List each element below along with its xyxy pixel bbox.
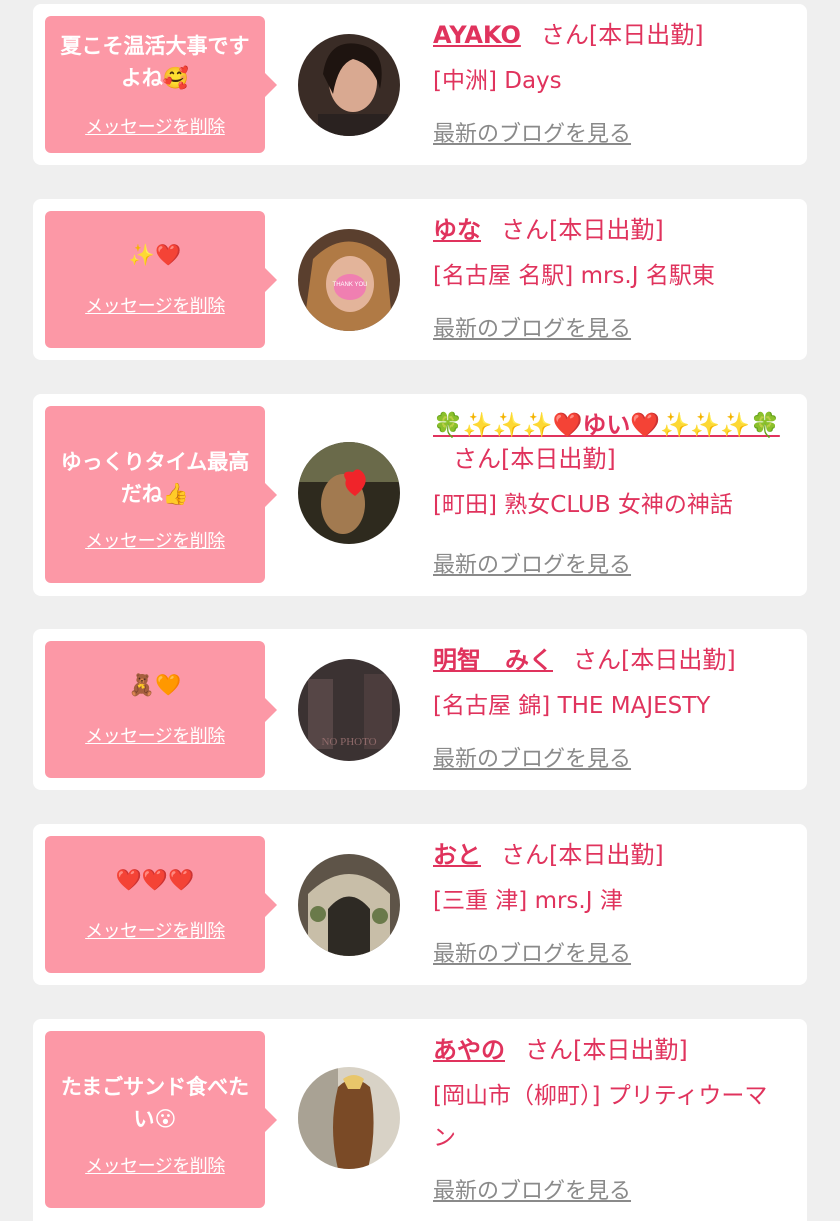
- name-suffix: さん[本日出勤]: [501, 216, 664, 244]
- shop-name: [中洲] Days: [433, 68, 562, 94]
- blog-link[interactable]: 最新のブログを見る: [433, 1173, 631, 1205]
- list-item: 🧸🧡 メッセージを削除 NO PHOTO 明智 みく さん[本日出勤] [名古屋 …: [33, 629, 807, 790]
- profile-info: AYAKO さん[本日出勤] [中洲] Days: [433, 18, 785, 102]
- profile-info: おと さん[本日出勤] [三重 津] mrs.J 津: [433, 838, 785, 922]
- list-item: ゆっくりタイム最高だね👍 メッセージを削除 🍀✨✨✨❤️ゆい❤️✨✨✨🍀 さん[本…: [33, 394, 807, 596]
- message-text: たまごサンド食べたい😮: [60, 1075, 250, 1131]
- avatar[interactable]: [298, 34, 400, 136]
- profile-name-link[interactable]: ゆな: [433, 216, 481, 244]
- avatar[interactable]: [298, 442, 400, 544]
- message-bubble: 夏こそ温活大事ですよね🥰 メッセージを削除: [45, 16, 277, 153]
- delete-message-link[interactable]: メッセージを削除: [45, 292, 265, 318]
- profile-info: 明智 みく さん[本日出勤] [名古屋 錦] THE MAJESTY: [433, 643, 785, 727]
- shop-name: [名古屋 錦] THE MAJESTY: [433, 693, 711, 719]
- message-bubble: ゆっくりタイム最高だね👍 メッセージを削除: [45, 406, 277, 583]
- delete-message-link[interactable]: メッセージを削除: [45, 917, 265, 943]
- profile-name-link[interactable]: AYAKO: [433, 21, 521, 49]
- message-text: ゆっくりタイム最高だね👍: [60, 450, 250, 506]
- avatar-caption: THANK YOU: [333, 282, 368, 288]
- profile-name-link[interactable]: 明智 みく: [433, 646, 553, 674]
- profile-name-link[interactable]: おと: [433, 841, 481, 869]
- avatar[interactable]: THANK YOU: [298, 229, 400, 331]
- shop-name: [町田] 熟女CLUB 女神の神話: [433, 492, 733, 518]
- blog-link[interactable]: 最新のブログを見る: [433, 936, 631, 968]
- avatar-caption: NO PHOTO: [321, 736, 376, 748]
- avatar[interactable]: [298, 1067, 400, 1169]
- message-text: 夏こそ温活大事ですよね🥰: [60, 34, 250, 90]
- message-bubble: たまごサンド食べたい😮 メッセージを削除: [45, 1031, 277, 1208]
- blog-link[interactable]: 最新のブログを見る: [433, 116, 631, 148]
- blog-link[interactable]: 最新のブログを見る: [433, 311, 631, 343]
- name-suffix: さん[本日出勤]: [453, 445, 616, 473]
- avatar[interactable]: NO PHOTO: [298, 659, 400, 761]
- delete-message-link[interactable]: メッセージを削除: [45, 527, 265, 553]
- blog-link[interactable]: 最新のブログを見る: [433, 741, 631, 773]
- shop-name: [名古屋 名駅] mrs.J 名駅東: [433, 263, 715, 289]
- list-item: たまごサンド食べたい😮 メッセージを削除 あやの さん[本日出勤] [岡山市（柳町…: [33, 1019, 807, 1221]
- message-bubble: 🧸🧡 メッセージを削除: [45, 641, 277, 778]
- delete-message-link[interactable]: メッセージを削除: [45, 113, 265, 139]
- delete-message-link[interactable]: メッセージを削除: [45, 1152, 265, 1178]
- list-item: ❤️❤️❤️ メッセージを削除 おと さん[本日出勤] [三重 津] mrs.J …: [33, 824, 807, 985]
- message-list: 夏こそ温活大事ですよね🥰 メッセージを削除 AYAKO さん[本日出勤] [中洲]…: [0, 0, 840, 1221]
- profile-info: ゆな さん[本日出勤] [名古屋 名駅] mrs.J 名駅東: [433, 213, 785, 297]
- name-suffix: さん[本日出勤]: [573, 646, 736, 674]
- profile-info: あやの さん[本日出勤] [岡山市（柳町）] プリティウーマン: [433, 1033, 785, 1159]
- message-bubble: ✨❤️ メッセージを削除: [45, 211, 277, 348]
- name-suffix: さん[本日出勤]: [525, 1036, 688, 1064]
- profile-name-link[interactable]: 🍀✨✨✨❤️ゆい❤️✨✨✨🍀: [433, 411, 780, 439]
- message-bubble: ❤️❤️❤️ メッセージを削除: [45, 836, 277, 973]
- avatar[interactable]: [298, 854, 400, 956]
- list-item: ✨❤️ メッセージを削除 THANK YOU ゆな さん[本日出勤] [名古屋 名…: [33, 199, 807, 360]
- message-text: ✨❤️: [128, 243, 182, 267]
- message-text: 🧸🧡: [128, 673, 182, 697]
- profile-info: 🍀✨✨✨❤️ゆい❤️✨✨✨🍀 さん[本日出勤] [町田] 熟女CLUB 女神の神話: [433, 408, 785, 526]
- delete-message-link[interactable]: メッセージを削除: [45, 722, 265, 748]
- name-suffix: さん[本日出勤]: [501, 841, 664, 869]
- profile-name-link[interactable]: あやの: [433, 1036, 505, 1064]
- blog-link[interactable]: 最新のブログを見る: [433, 547, 631, 579]
- shop-name: [岡山市（柳町）] プリティウーマン: [433, 1083, 768, 1151]
- name-suffix: さん[本日出勤]: [540, 21, 704, 49]
- message-text: ❤️❤️❤️: [115, 868, 195, 892]
- list-item: 夏こそ温活大事ですよね🥰 メッセージを削除 AYAKO さん[本日出勤] [中洲]…: [33, 4, 807, 165]
- shop-name: [三重 津] mrs.J 津: [433, 888, 623, 914]
